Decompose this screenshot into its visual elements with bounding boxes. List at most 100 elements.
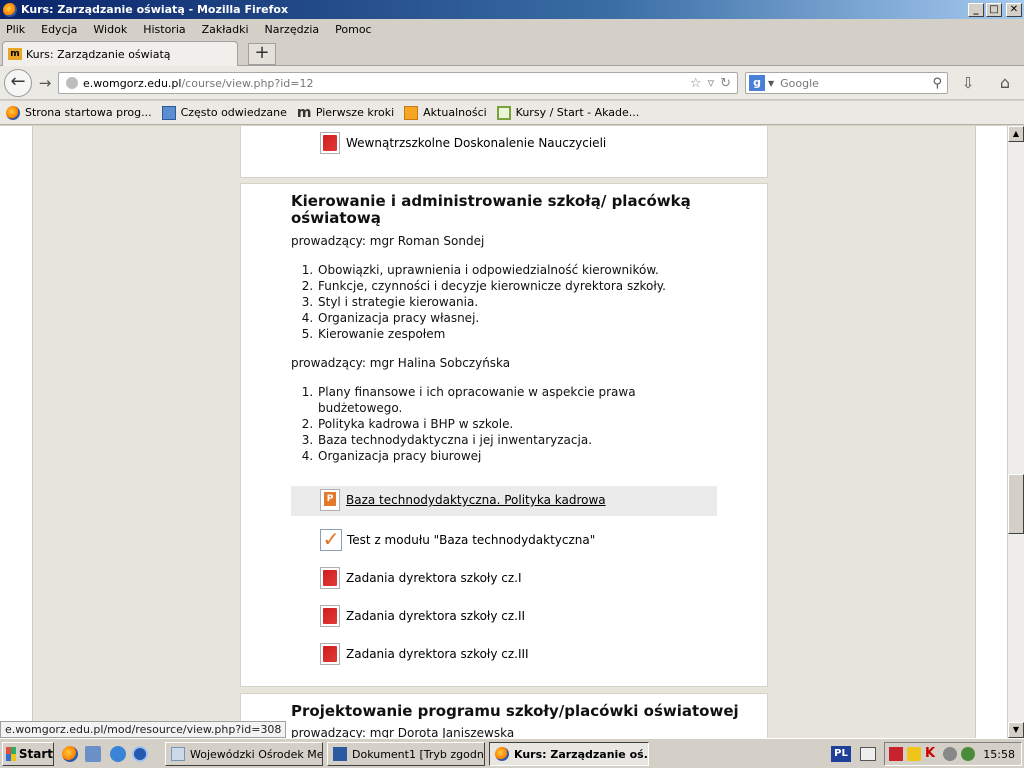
bookmark-label: Aktualności [423, 106, 487, 119]
list-item: Organizacja pracy biurowej [317, 448, 651, 464]
tab-course[interactable]: m Kurs: Zarządzanie oświatą [2, 41, 238, 66]
taskbar-item-wom[interactable]: Wojewódzki Ośrodek Me... [165, 742, 323, 766]
taskbar-item-firefox[interactable]: Kurs: Zarządzanie oś... [489, 742, 649, 766]
section-title: Projektowanie programu szkoły/placówki o… [291, 702, 739, 720]
gear-tray-icon[interactable] [943, 747, 957, 761]
course-icon [496, 105, 511, 120]
resource-baza-polityka[interactable]: Baza technodydaktyczna. Polityka kadrowa [320, 489, 606, 511]
window-title: Kurs: Zarządzanie oświatą - Mozilla Fire… [21, 3, 289, 16]
scroll-thumb[interactable] [1008, 474, 1024, 534]
maximize-button[interactable]: □ [986, 2, 1002, 17]
google-engine-icon[interactable]: g [749, 75, 765, 91]
home-icon[interactable]: ⌂ [994, 73, 1016, 93]
moodle-favicon-icon: m [8, 48, 22, 60]
section-title: Kierowanie i administrowanie szkołą/ pla… [291, 193, 711, 227]
settings-quicklaunch-icon[interactable] [85, 746, 101, 762]
windows-taskbar: Start Wojewódzki Ośrodek Me... Dokument1… [0, 738, 1024, 768]
internet-explorer-icon[interactable] [110, 746, 126, 762]
rss-icon [404, 105, 419, 120]
presentation-icon [320, 489, 340, 511]
list-item: Obowiązki, uprawnienia i odpowiedzialnoś… [317, 262, 711, 278]
word-icon [333, 747, 347, 761]
reload-icon[interactable]: ↻ [720, 76, 731, 91]
menu-bar: Plik Edycja Widok Historia Zakładki Narz… [0, 19, 1024, 39]
list-item: Kierowanie zespołem [317, 326, 711, 342]
search-input[interactable]: Google [780, 77, 819, 90]
network-icon [171, 747, 185, 761]
resource-test[interactable]: ✓ Test z modułu "Baza technodydaktyczna" [320, 529, 595, 551]
scroll-up-icon[interactable]: ▲ [1008, 126, 1024, 142]
minimize-button[interactable]: _ [968, 2, 984, 17]
taskbar-item-word[interactable]: Dokument1 [Tryb zgodn... [327, 742, 485, 766]
task-label: Dokument1 [Tryb zgodn... [352, 747, 485, 761]
pdf-icon [320, 567, 340, 589]
pdf-icon [320, 605, 340, 627]
menu-edycja[interactable]: Edycja [33, 23, 85, 36]
page-viewport: Wewnątrzszkolne Doskonalenie Nauczycieli… [0, 126, 1007, 738]
bookmark-star-icon[interactable]: ☆ [690, 76, 702, 91]
start-label: Start [18, 747, 53, 761]
resource-zadania-1[interactable]: Zadania dyrektora szkoły cz.I [320, 567, 522, 589]
task-label: Wojewódzki Ośrodek Me... [190, 747, 323, 761]
menu-narzedzia[interactable]: Narzędzia [257, 23, 328, 36]
keyboard-icon[interactable] [860, 747, 876, 761]
downloads-icon[interactable]: ⇩ [958, 74, 978, 92]
bookmark-strona-startowa[interactable]: Strona startowa prog... [6, 105, 152, 120]
media-player-icon[interactable] [132, 746, 148, 762]
bookmark-kursy-start[interactable]: Kursy / Start - Akade... [496, 105, 640, 120]
back-button[interactable]: ← [4, 69, 32, 97]
search-icon[interactable]: ⚲ [932, 76, 942, 91]
resource-link[interactable]: Wewnątrzszkolne Doskonalenie Nauczycieli [346, 136, 606, 150]
menu-widok[interactable]: Widok [85, 23, 135, 36]
topics-list-1: Obowiązki, uprawnienia i odpowiedzialnoś… [291, 262, 711, 342]
list-item: Styl i strategie kierowania. [317, 294, 711, 310]
vertical-scrollbar[interactable]: ▲ ▼ [1007, 126, 1024, 738]
bookmark-aktualnosci[interactable]: Aktualności [404, 105, 487, 120]
menu-zakladki[interactable]: Zakładki [194, 23, 257, 36]
resource-link[interactable]: Baza technodydaktyczna. Polityka kadrowa [346, 493, 606, 507]
resource-zadania-3[interactable]: Zadania dyrektora szkoły cz.III [320, 643, 529, 665]
bookmark-czesto-odwiedzane[interactable]: Często odwiedzane [161, 105, 287, 120]
windows-logo-icon [6, 747, 16, 761]
acrobat-tray-icon[interactable] [889, 747, 903, 761]
scroll-down-icon[interactable]: ▼ [1008, 722, 1024, 738]
right-margin [975, 126, 1007, 738]
shield-tray-icon[interactable] [907, 747, 921, 761]
start-button[interactable]: Start [2, 742, 54, 766]
teacher-label: prowadzący: mgr Halina Sobczyńska [291, 356, 511, 370]
firefox-icon [6, 105, 20, 120]
new-tab-button[interactable]: + [248, 43, 276, 65]
resource-link[interactable]: Zadania dyrektora szkoły cz.II [346, 609, 525, 623]
close-button[interactable]: ✕ [1006, 2, 1022, 17]
engine-dropdown-icon[interactable]: ▼ [768, 79, 774, 88]
list-item: Organizacja pracy własnej. [317, 310, 711, 326]
resource-link[interactable]: Zadania dyrektora szkoły cz.III [346, 647, 529, 661]
bookmark-label: Kursy / Start - Akade... [515, 106, 640, 119]
search-bar[interactable]: g ▼ Google ⚲ [745, 72, 948, 94]
folder-icon [161, 105, 176, 120]
list-item: Funkcje, czynności i decyzje kierownicze… [317, 278, 711, 294]
resource-zadania-2[interactable]: Zadania dyrektora szkoły cz.II [320, 605, 525, 627]
firefox-logo-icon [3, 2, 17, 17]
url-bar[interactable]: e.womgorz.edu.pl/course/view.php?id=12 ☆… [58, 72, 738, 94]
globe-icon [66, 77, 78, 89]
list-item: Polityka kadrowa i BHP w szkole. [317, 416, 651, 432]
url-host: e.womgorz.edu.pl [83, 76, 182, 90]
antivirus-tray-icon[interactable]: K [925, 747, 939, 761]
url-path: /course/view.php?id=12 [181, 76, 314, 90]
menu-pomoc[interactable]: Pomoc [327, 23, 379, 36]
resource-link[interactable]: Zadania dyrektora szkoły cz.I [346, 571, 522, 585]
resource-wdn[interactable]: Wewnątrzszkolne Doskonalenie Nauczycieli [320, 132, 606, 154]
firefox-quicklaunch-icon[interactable] [62, 746, 78, 762]
tab-title: Kurs: Zarządzanie oświatą [26, 47, 171, 61]
language-indicator[interactable]: PL [831, 746, 851, 762]
resource-link[interactable]: Test z modułu "Baza technodydaktyczna" [347, 533, 595, 547]
window-title-bar: Kurs: Zarządzanie oświatą - Mozilla Fire… [0, 0, 1024, 19]
m-icon: m [296, 104, 312, 121]
menu-plik[interactable]: Plik [0, 23, 33, 36]
bookmark-pierwsze-kroki[interactable]: m Pierwsze kroki [297, 106, 394, 120]
menu-historia[interactable]: Historia [135, 23, 193, 36]
dropdown-arrow-icon[interactable]: ▿ [708, 76, 715, 91]
network-tray-icon[interactable] [961, 747, 975, 761]
forward-button[interactable]: → [35, 74, 55, 92]
